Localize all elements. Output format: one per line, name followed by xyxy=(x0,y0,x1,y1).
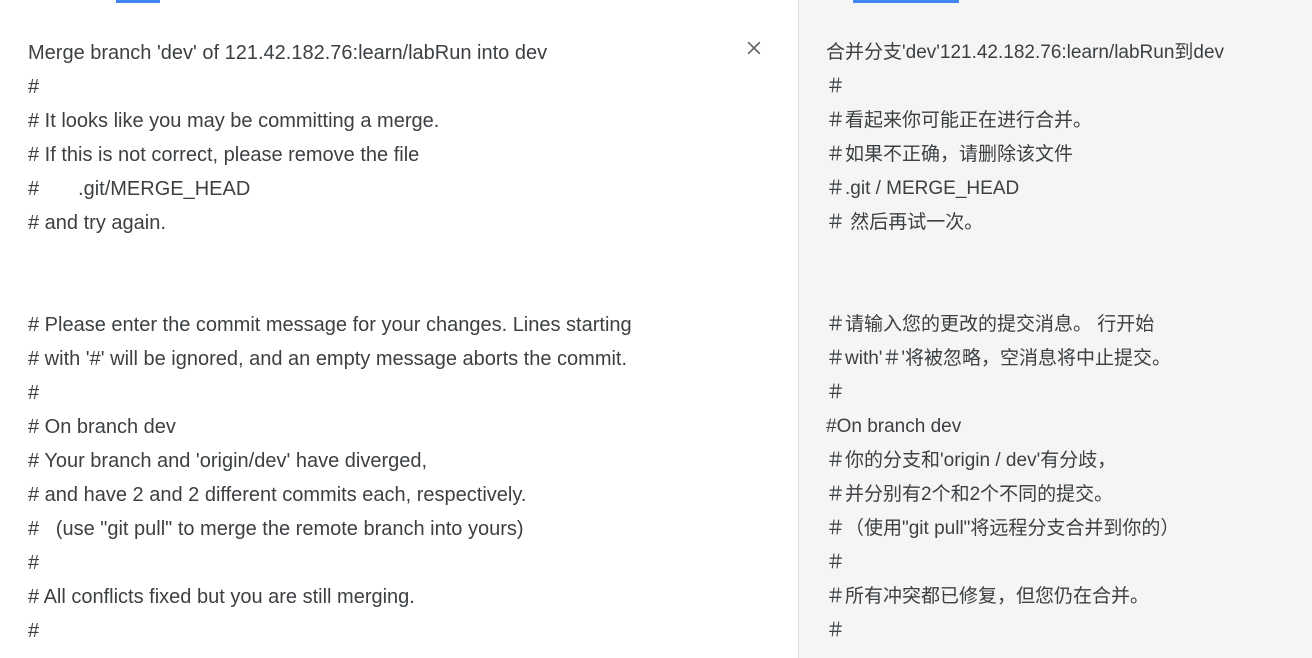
target-line: ＃ xyxy=(826,70,1284,104)
target-line: ＃你的分支和'origin / dev'有分歧， xyxy=(826,444,1284,478)
source-line: # All conflicts fixed but you are still … xyxy=(28,580,770,614)
source-line: # Your branch and 'origin/dev' have dive… xyxy=(28,444,770,478)
target-line: ＃with'＃'将被忽略，空消息将中止提交。 xyxy=(826,342,1284,376)
target-line: ＃ xyxy=(826,614,1284,648)
source-line: # Please enter the commit message for yo… xyxy=(28,308,770,342)
target-line: 合并分支'dev'121.42.182.76:learn/labRun到dev xyxy=(826,36,1284,70)
target-line: ＃ xyxy=(826,546,1284,580)
blank-line xyxy=(826,240,1284,308)
target-line: ＃ xyxy=(826,376,1284,410)
target-line: #On branch dev xyxy=(826,410,1284,444)
target-language-tab-indicator xyxy=(853,0,959,3)
target-line: ＃（使用"git pull"将远程分支合并到你的） xyxy=(826,512,1284,546)
source-line: Merge branch 'dev' of 121.42.182.76:lear… xyxy=(28,36,770,70)
source-line: # It looks like you may be committing a … xyxy=(28,104,770,138)
target-line: ＃ 然后再试一次。 xyxy=(826,206,1284,240)
source-line: # (use "git pull" to merge the remote br… xyxy=(28,512,770,546)
close-icon xyxy=(744,38,764,63)
source-line: # xyxy=(28,376,770,410)
source-language-tab-indicator xyxy=(116,0,160,3)
clear-source-button[interactable] xyxy=(742,38,766,62)
source-line: # xyxy=(28,546,770,580)
panel-divider xyxy=(798,0,799,658)
source-line: # xyxy=(28,614,770,648)
source-line: # with '#' will be ignored, and an empty… xyxy=(28,342,770,376)
source-line: # and have 2 and 2 different commits eac… xyxy=(28,478,770,512)
blank-line xyxy=(28,240,770,308)
target-line: ＃看起来你可能正在进行合并。 xyxy=(826,104,1284,138)
target-line: ＃请输入您的更改的提交消息。 行开始 xyxy=(826,308,1284,342)
source-text-panel[interactable]: Merge branch 'dev' of 121.42.182.76:lear… xyxy=(0,0,798,658)
target-line: ＃所有冲突都已修复，但您仍在合并。 xyxy=(826,580,1284,614)
source-line: # xyxy=(28,70,770,104)
source-line: # On branch dev xyxy=(28,410,770,444)
target-text-panel: 合并分支'dev'121.42.182.76:learn/labRun到dev … xyxy=(798,0,1312,658)
source-line: # If this is not correct, please remove … xyxy=(28,138,770,172)
source-line: # and try again. xyxy=(28,206,770,240)
target-line: ＃.git / MERGE_HEAD xyxy=(826,172,1284,206)
source-line: # .git/MERGE_HEAD xyxy=(28,172,770,206)
target-line: ＃并分别有2个和2个不同的提交。 xyxy=(826,478,1284,512)
target-line: ＃如果不正确，请删除该文件 xyxy=(826,138,1284,172)
